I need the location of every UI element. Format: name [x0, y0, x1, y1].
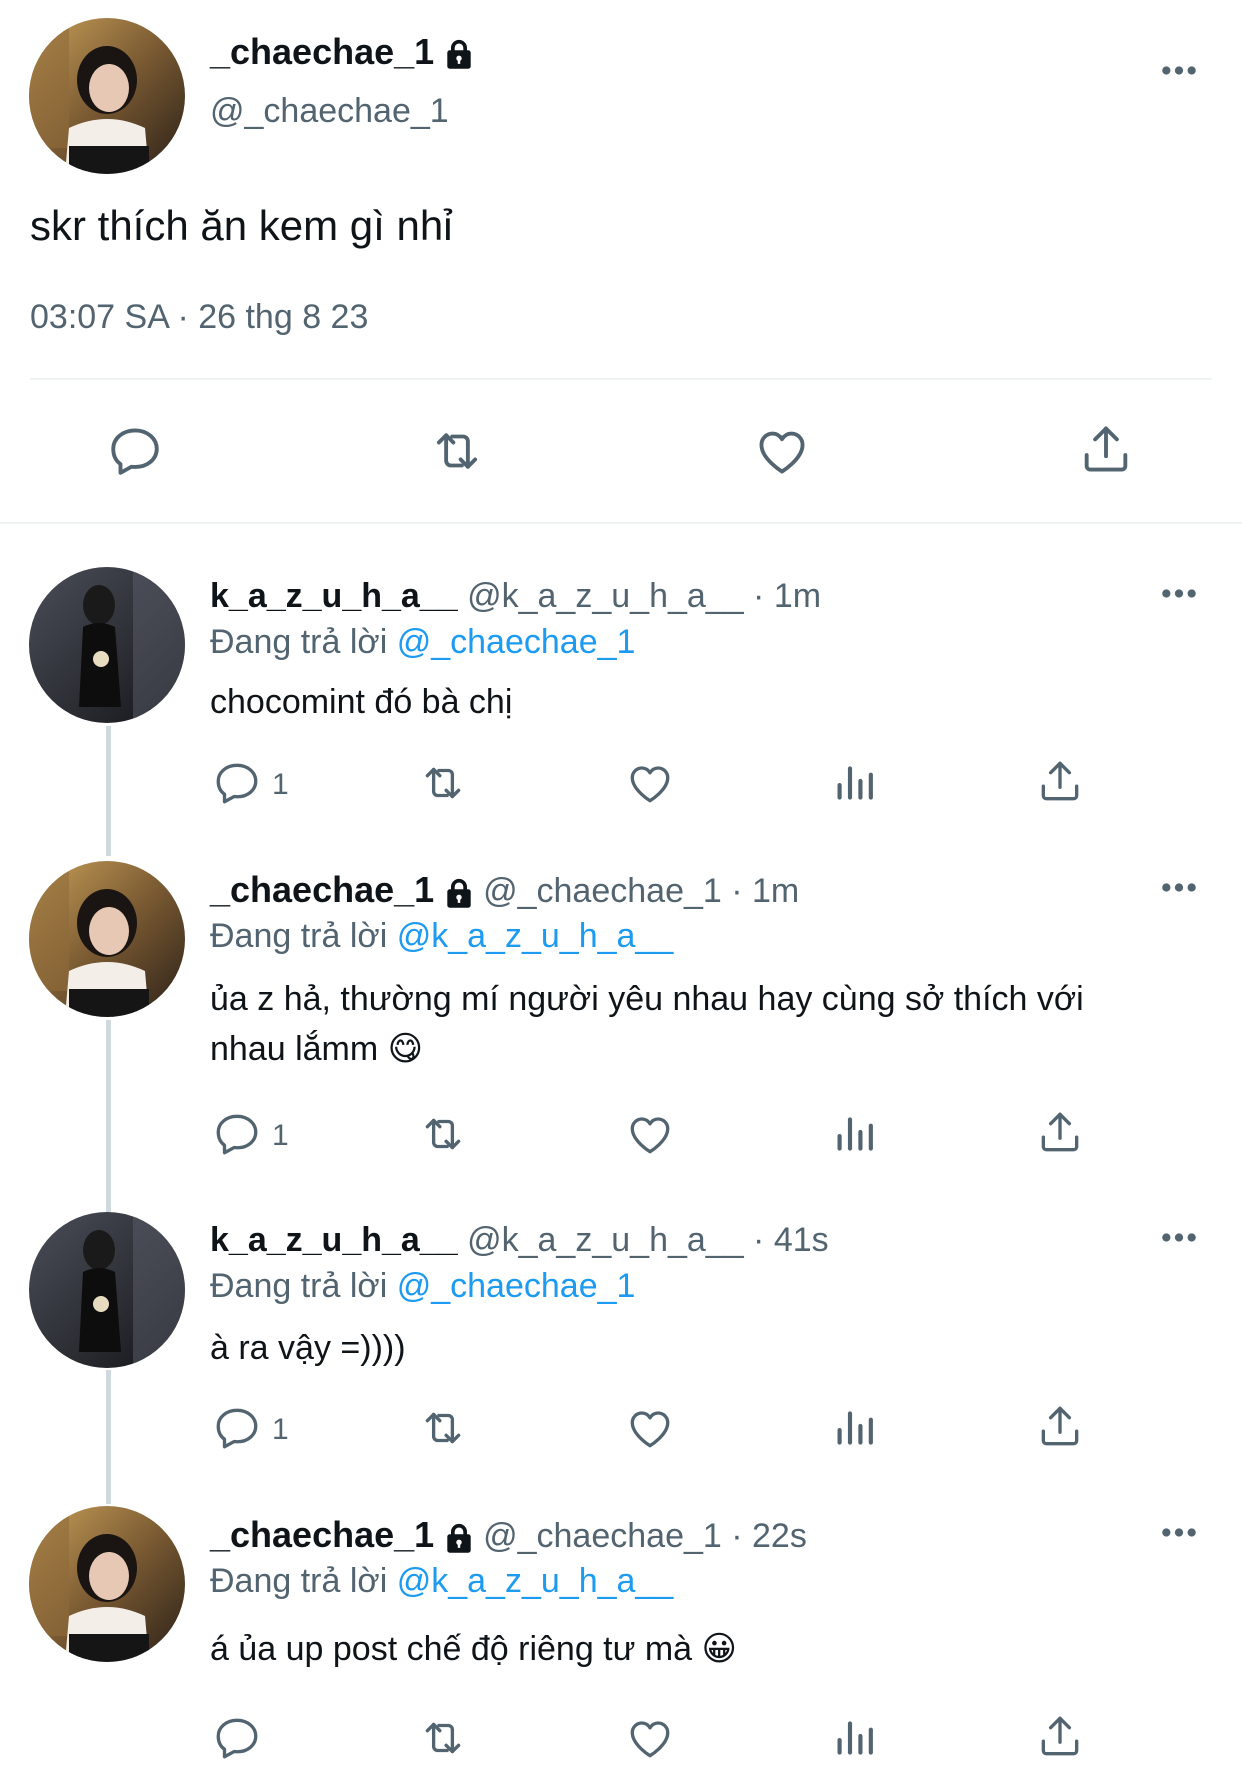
retweet-icon[interactable]	[415, 758, 471, 808]
display-name[interactable]: k_a_z_u_h_a__	[210, 1221, 458, 1259]
reply-icon[interactable]	[212, 1713, 262, 1763]
section-divider	[0, 522, 1242, 524]
display-name[interactable]: _chaechae_1	[210, 1514, 434, 1555]
tweet-text: à ra vậy =))))	[210, 1329, 406, 1367]
thread-line	[106, 1020, 111, 1212]
display-name[interactable]: _chaechae_1	[210, 869, 434, 910]
reply-icon[interactable]	[212, 1109, 262, 1159]
heart-icon[interactable]	[624, 1109, 676, 1159]
replying-label: Đang trả lời	[210, 1267, 388, 1305]
lock-icon	[444, 1522, 474, 1554]
display-name[interactable]: k_a_z_u_h_a__	[210, 577, 458, 615]
reply-count: 1	[272, 1413, 289, 1446]
avatar[interactable]	[29, 1212, 185, 1368]
mention-link[interactable]: @k_a_z_u_h_a__	[397, 917, 674, 955]
reply-icon[interactable]	[106, 422, 164, 480]
heart-icon[interactable]	[752, 422, 812, 480]
tweet-text: á ủa up post chế độ riêng tư mà 😀	[210, 1630, 737, 1668]
divider	[30, 378, 1212, 380]
retweet-icon[interactable]	[424, 422, 490, 480]
reply-icon[interactable]	[212, 758, 262, 808]
more-icon[interactable]	[1160, 881, 1198, 894]
avatar[interactable]	[29, 18, 185, 174]
more-icon[interactable]	[1160, 1526, 1198, 1539]
replying-label: Đang trả lời	[210, 917, 388, 955]
views-icon[interactable]	[830, 1403, 880, 1453]
replying-label: Đang trả lời	[210, 623, 388, 661]
reply-count: 1	[272, 1119, 289, 1152]
tweet-timestamp[interactable]: 03:07 SA · 26 thg 8 23	[30, 298, 368, 337]
views-icon[interactable]	[830, 1109, 880, 1159]
handle-time[interactable]: @k_a_z_u_h_a__ · 41s	[467, 1221, 829, 1259]
replying-to: Đang trả lời @k_a_z_u_h_a__	[210, 1559, 673, 1603]
replying-label: Đang trả lời	[210, 1562, 388, 1600]
lock-icon	[444, 38, 474, 70]
avatar[interactable]	[29, 1506, 185, 1662]
tweet-text: ủa z hả, thường mí người yêu nhau hay cù…	[210, 974, 1084, 1074]
lock-icon	[444, 877, 474, 909]
more-icon[interactable]	[1160, 64, 1198, 77]
mention-link[interactable]: @_chaechae_1	[397, 1267, 636, 1305]
handle-time[interactable]: @_chaechae_1 · 22s	[483, 1517, 807, 1555]
replying-to: Đang trả lời @_chaechae_1	[210, 620, 635, 664]
share-icon[interactable]	[1035, 1107, 1085, 1157]
tweet-text: skr thích ăn kem gì nhỉ	[30, 202, 453, 249]
more-icon[interactable]	[1160, 1231, 1198, 1244]
views-icon[interactable]	[830, 758, 880, 808]
handle-time[interactable]: @k_a_z_u_h_a__ · 1m	[467, 577, 821, 615]
tweet-text-line: ủa z hả, thường mí người yêu nhau hay cù…	[210, 980, 1084, 1018]
replying-to: Đang trả lời @k_a_z_u_h_a__	[210, 914, 673, 958]
avatar[interactable]	[29, 861, 185, 1017]
retweet-icon[interactable]	[415, 1109, 471, 1159]
reply-count: 1	[272, 768, 289, 801]
thread-line	[106, 726, 111, 856]
replying-to: Đang trả lời @_chaechae_1	[210, 1264, 635, 1308]
share-icon[interactable]	[1035, 1711, 1085, 1761]
reply-icon[interactable]	[212, 1403, 262, 1453]
thread-line	[106, 1370, 111, 1504]
share-icon[interactable]	[1077, 420, 1135, 478]
share-icon[interactable]	[1035, 1401, 1085, 1451]
heart-icon[interactable]	[624, 758, 676, 808]
heart-icon[interactable]	[624, 1403, 676, 1453]
mention-link[interactable]: @k_a_z_u_h_a__	[397, 1562, 674, 1600]
handle-time[interactable]: @_chaechae_1 · 1m	[483, 872, 799, 910]
more-icon[interactable]	[1160, 587, 1198, 600]
heart-icon[interactable]	[624, 1713, 676, 1763]
display-name-text[interactable]: _chaechae_1	[210, 31, 434, 72]
tweet-text: chocomint đó bà chị	[210, 683, 513, 721]
avatar[interactable]	[29, 567, 185, 723]
mention-link[interactable]: @_chaechae_1	[397, 623, 636, 661]
tweet-text-line: nhau lắmm 😋	[210, 1030, 424, 1068]
handle[interactable]: @_chaechae_1	[210, 92, 449, 131]
share-icon[interactable]	[1035, 756, 1085, 806]
retweet-icon[interactable]	[415, 1713, 471, 1763]
views-icon[interactable]	[830, 1713, 880, 1763]
retweet-icon[interactable]	[415, 1403, 471, 1453]
display-name[interactable]: _chaechae_1	[210, 30, 474, 74]
